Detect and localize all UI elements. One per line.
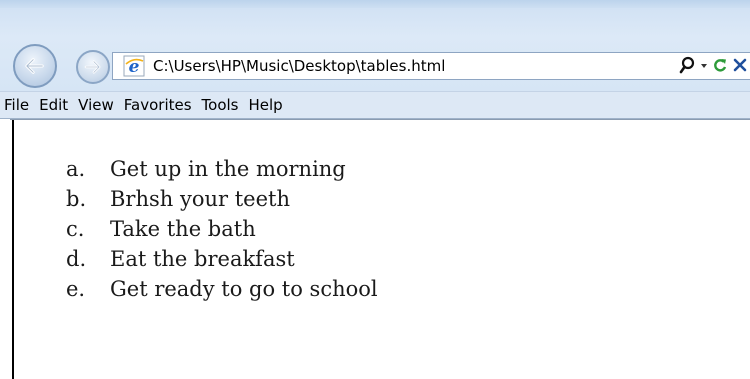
address-url: C:\Users\HP\Music\Desktop\tables.html (153, 57, 446, 75)
search-button[interactable] (679, 56, 695, 78)
menu-tools[interactable]: Tools (197, 92, 244, 118)
steps-list: a. Get up in the morning b. Brhsh your t… (66, 154, 378, 304)
menu-edit[interactable]: Edit (34, 92, 73, 118)
list-item: e. Get ready to go to school (66, 274, 378, 304)
list-item-text: Get ready to go to school (110, 277, 378, 301)
browser-chrome: e C:\Users\HP\Music\Desktop\tables.html (0, 0, 750, 91)
close-icon (733, 58, 747, 72)
address-bar[interactable]: e C:\Users\HP\Music\Desktop\tables.html (112, 52, 750, 80)
menu-help[interactable]: Help (244, 92, 288, 118)
refresh-icon (714, 59, 727, 72)
list-marker: a. (66, 157, 86, 181)
list-item: d. Eat the breakfast (66, 244, 378, 274)
page-content: a. Get up in the morning b. Brhsh your t… (12, 120, 750, 379)
list-marker: d. (66, 247, 87, 271)
list-item-text: Eat the breakfast (110, 247, 295, 271)
menu-file[interactable]: File (0, 92, 34, 118)
list-item-text: Brhsh your teeth (110, 187, 290, 211)
list-item: a. Get up in the morning (66, 154, 378, 184)
list-item: b. Brhsh your teeth (66, 184, 378, 214)
address-tools (679, 56, 747, 78)
search-dropdown[interactable] (700, 56, 708, 78)
list-item: c. Take the bath (66, 214, 378, 244)
forward-button[interactable] (76, 50, 110, 84)
list-marker: e. (66, 277, 86, 301)
back-button[interactable] (13, 44, 57, 88)
ie-logo-icon: e (123, 55, 145, 77)
dropdown-arrow-icon (701, 64, 707, 68)
stop-button[interactable] (733, 56, 747, 78)
title-bar (0, 0, 750, 8)
list-item-text: Take the bath (110, 217, 256, 241)
menu-favorites[interactable]: Favorites (119, 92, 197, 118)
list-marker: c. (66, 217, 85, 241)
list-item-text: Get up in the morning (110, 157, 346, 181)
forward-arrow-icon (84, 60, 101, 74)
browser-window: e C:\Users\HP\Music\Desktop\tables.html (0, 0, 750, 379)
refresh-button[interactable] (713, 56, 728, 78)
back-arrow-icon (25, 58, 44, 74)
content-divider (10, 119, 750, 120)
search-icon (679, 56, 695, 74)
menu-bar: File Edit View Favorites Tools Help (0, 91, 750, 119)
menu-view[interactable]: View (73, 92, 119, 118)
list-marker: b. (66, 187, 87, 211)
